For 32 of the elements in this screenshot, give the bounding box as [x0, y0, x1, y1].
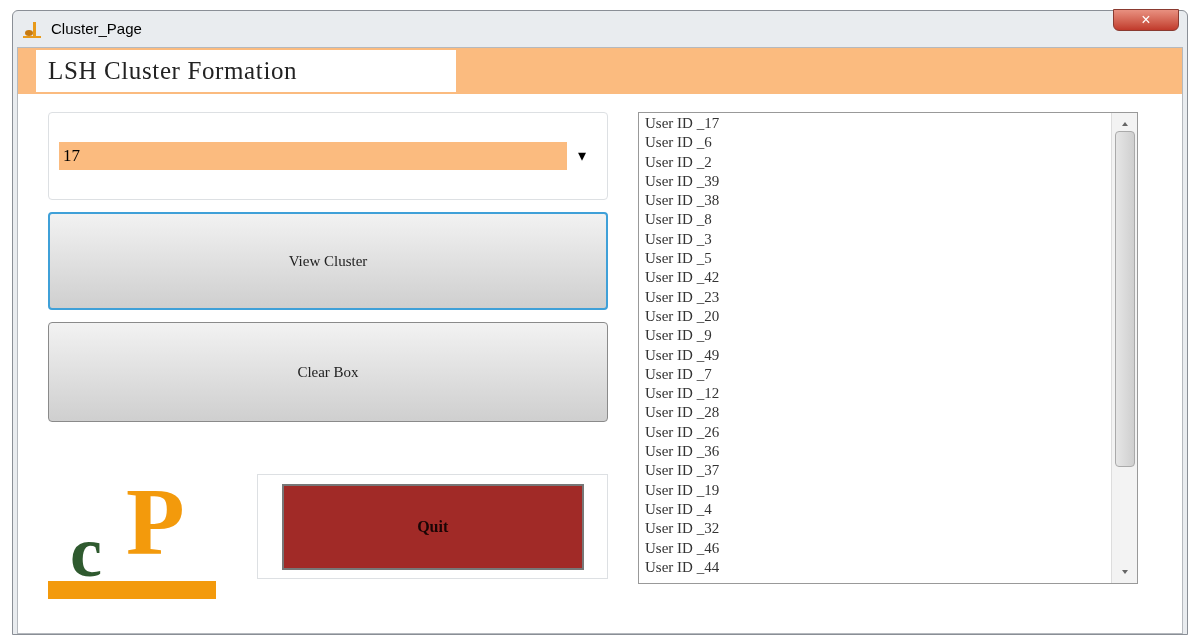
list-item[interactable]: User ID _42: [645, 268, 1111, 288]
list-item[interactable]: User ID _39: [645, 171, 1111, 192]
scrollbar[interactable]: [1111, 113, 1137, 583]
logo-drawing: c P: [48, 474, 218, 599]
list-item[interactable]: User ID _32: [645, 519, 1111, 539]
list-item[interactable]: User ID _26: [645, 422, 1111, 443]
list-item[interactable]: User ID _7: [645, 364, 1111, 385]
list-item[interactable]: User ID _6: [645, 133, 1111, 153]
list-item[interactable]: User ID _23: [645, 287, 1111, 307]
list-item[interactable]: User ID _44: [645, 557, 1111, 578]
list-item[interactable]: User ID _20: [645, 306, 1111, 327]
list-item[interactable]: User ID _49: [645, 345, 1111, 365]
list-item[interactable]: User ID _12: [645, 384, 1111, 404]
app-icon: [21, 20, 43, 38]
list-item[interactable]: User ID _9: [645, 326, 1111, 346]
header-title: LSH Cluster Formation: [36, 50, 456, 92]
list-item[interactable]: User ID _17: [645, 114, 1111, 134]
list-item[interactable]: User ID _5: [645, 249, 1111, 269]
list-item[interactable]: User ID _3: [645, 229, 1111, 250]
list-item[interactable]: User ID _4: [645, 499, 1111, 520]
action-button[interactable]: Clear Box: [48, 322, 608, 422]
action-button[interactable]: View Cluster: [48, 212, 608, 310]
list-item[interactable]: User ID _37: [645, 461, 1111, 481]
list-item[interactable]: User ID _38: [645, 191, 1111, 211]
list-item[interactable]: User ID _28: [645, 403, 1111, 423]
list-item[interactable]: User ID _46: [645, 538, 1111, 558]
scrollbar-thumb[interactable]: [1114, 131, 1135, 467]
list-item[interactable]: User ID _36: [645, 442, 1111, 462]
list-item[interactable]: User ID _2: [645, 152, 1111, 172]
list-item[interactable]: User ID _19: [645, 480, 1111, 500]
list-item[interactable]: User ID _8: [645, 210, 1111, 230]
window-title: Cluster_Page: [51, 18, 142, 39]
